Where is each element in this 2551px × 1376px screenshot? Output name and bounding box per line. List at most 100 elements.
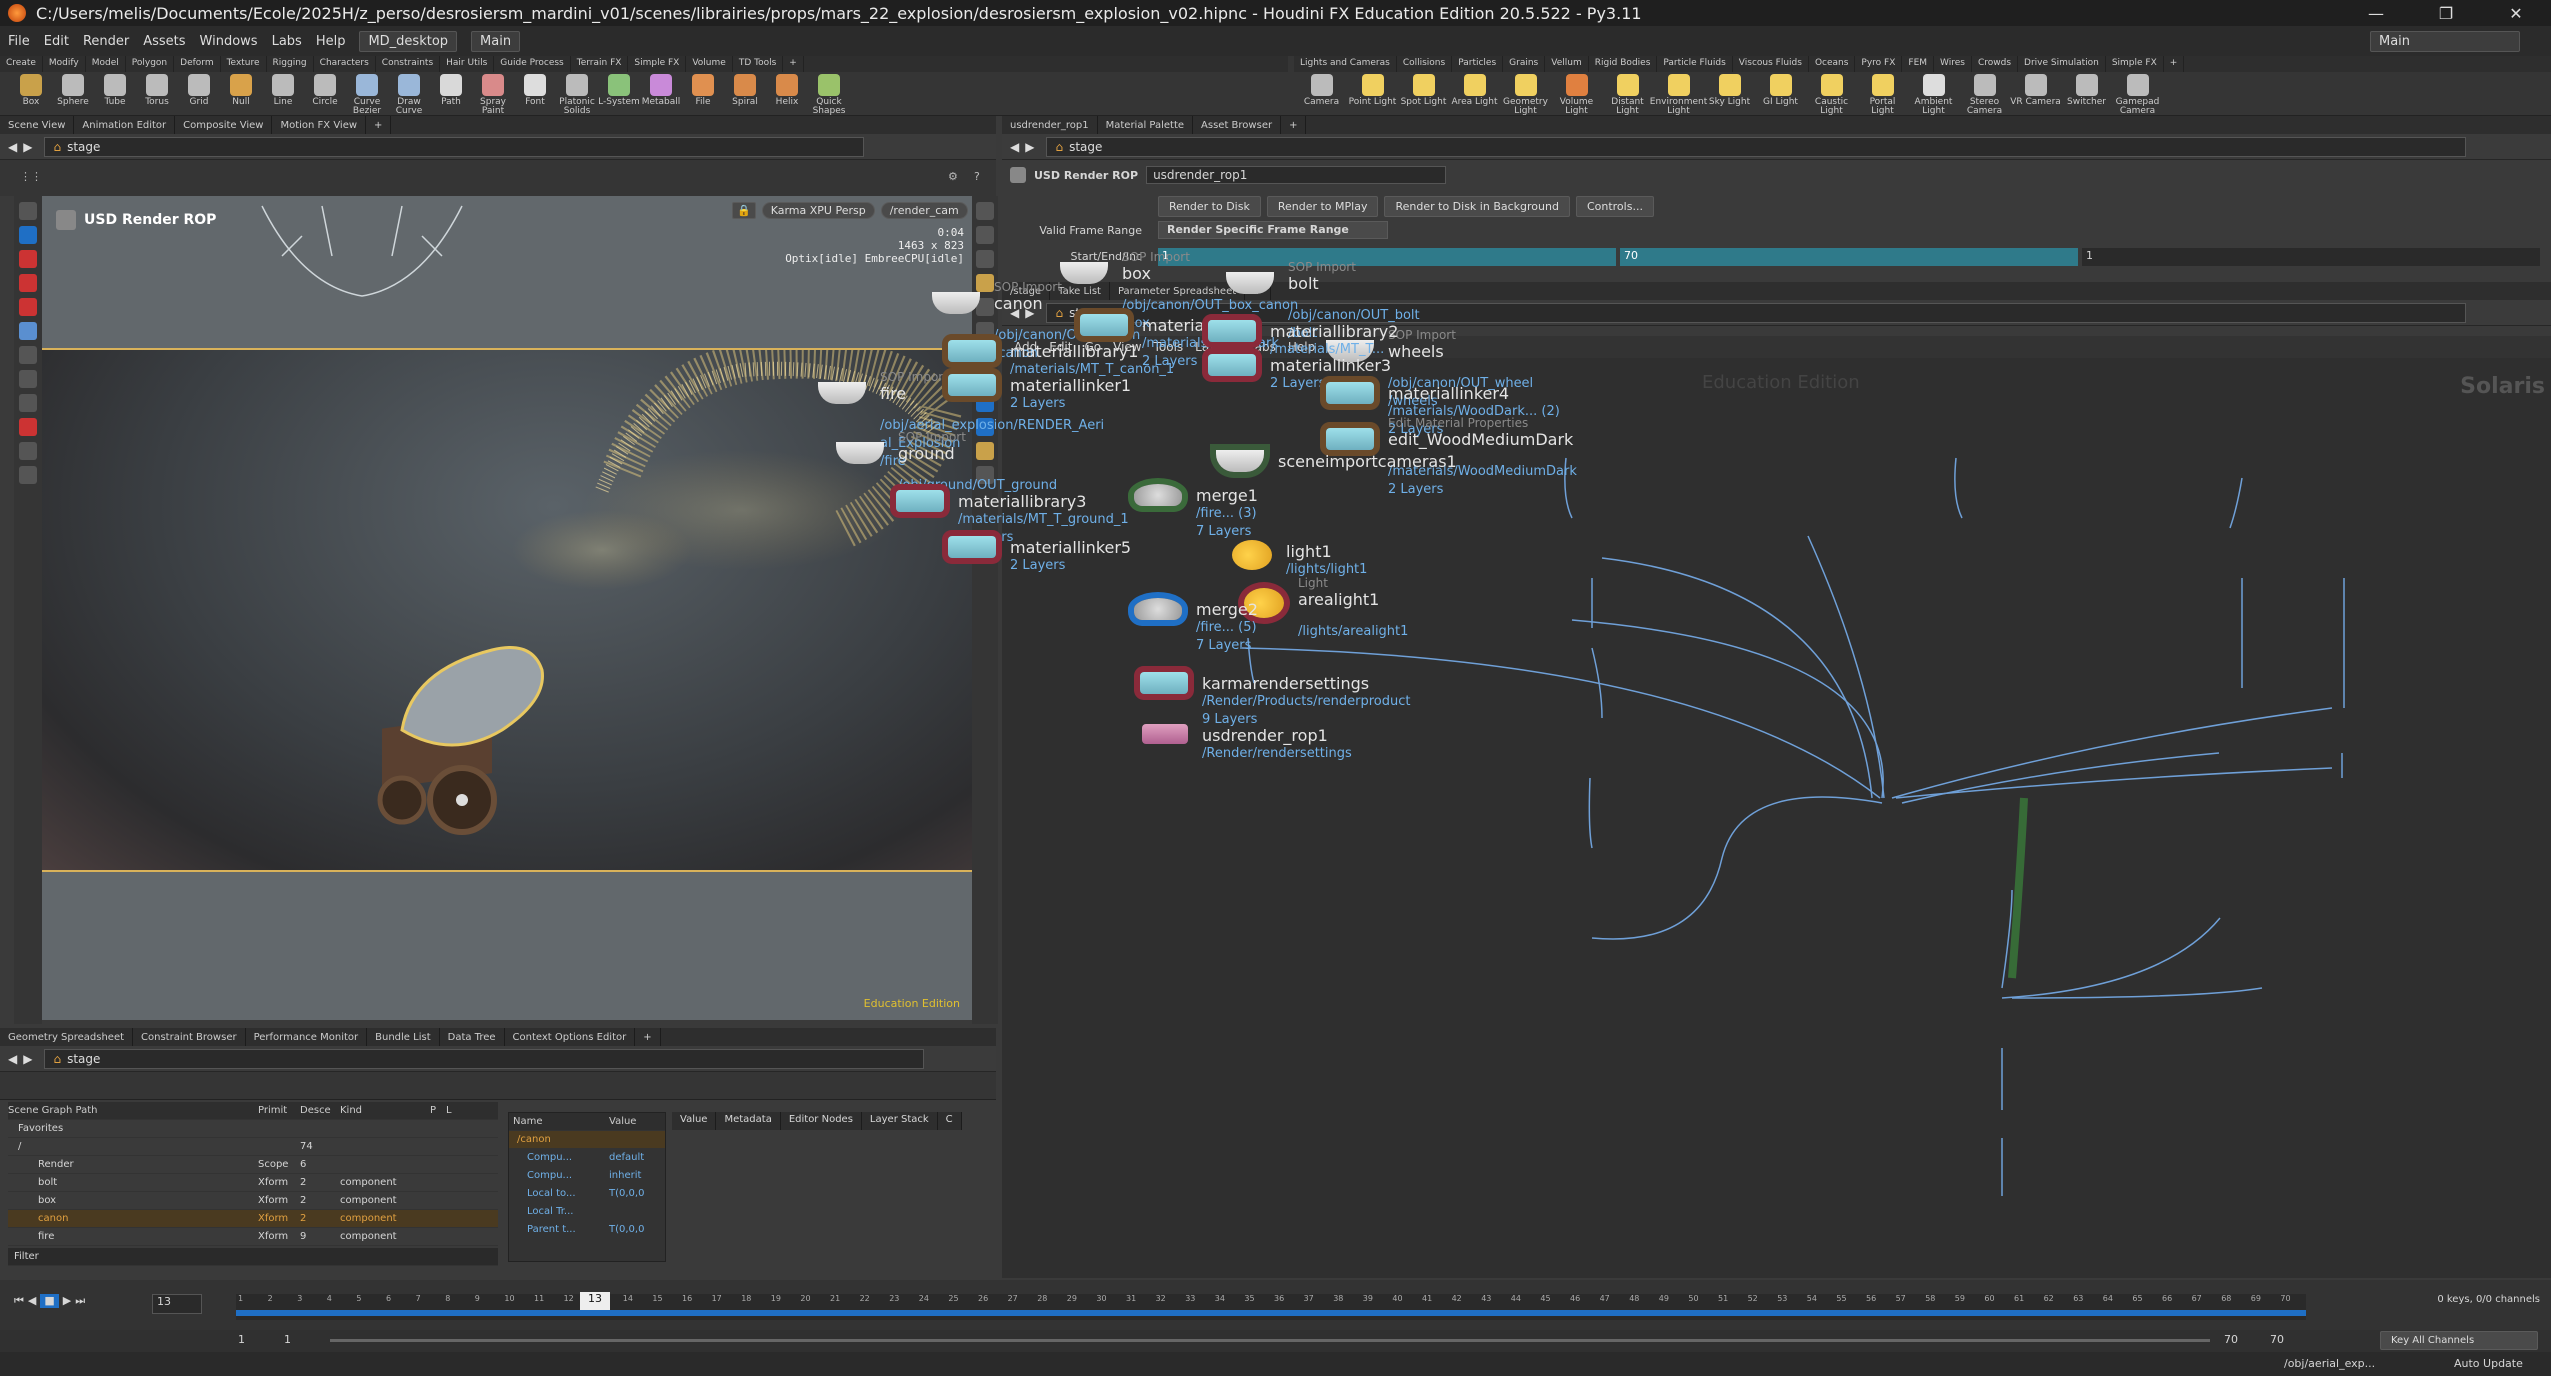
pane-tab[interactable]: Geometry Spreadsheet bbox=[0, 1028, 134, 1046]
shelf-tool[interactable]: Geometry Light bbox=[1500, 74, 1551, 116]
back-icon[interactable]: ◀ bbox=[8, 1052, 17, 1066]
handle-tool-icon[interactable] bbox=[19, 322, 37, 340]
menu-file[interactable]: File bbox=[8, 34, 30, 49]
shelf-tab[interactable]: + bbox=[2164, 56, 2185, 72]
scale-tool-icon[interactable] bbox=[19, 298, 37, 316]
shelf-tab[interactable]: TD Tools bbox=[733, 56, 784, 72]
shelf-tool[interactable]: Gamepad Camera bbox=[2112, 74, 2163, 116]
node-shape[interactable] bbox=[1208, 354, 1256, 376]
node-shape[interactable] bbox=[1080, 314, 1128, 336]
shelf-tab[interactable]: Simple FX bbox=[628, 56, 687, 72]
stop-icon[interactable]: ■ bbox=[40, 1294, 59, 1308]
shelf-tool[interactable]: Volume Light bbox=[1551, 74, 1602, 116]
shelf-tab[interactable]: Create bbox=[0, 56, 43, 72]
shelf-tab[interactable]: Lights and Cameras bbox=[1294, 56, 1397, 72]
pane-tab[interactable]: + bbox=[1281, 116, 1307, 134]
magnet-icon[interactable] bbox=[19, 418, 37, 436]
frame-field[interactable]: 13 bbox=[152, 1294, 202, 1314]
select-tool-icon[interactable] bbox=[19, 202, 37, 220]
valid-frame-select[interactable]: Render Specific Frame Range bbox=[1158, 221, 1388, 239]
shelf-tool[interactable]: File bbox=[682, 74, 724, 116]
shelf-tab[interactable]: Vellum bbox=[1545, 56, 1589, 72]
shelf-tool[interactable]: Grid bbox=[178, 74, 220, 116]
detail-tab[interactable]: Value bbox=[672, 1112, 717, 1130]
shelf-tool[interactable]: Switcher bbox=[2061, 74, 2112, 116]
detail-tab[interactable]: C bbox=[937, 1112, 962, 1130]
pane-tab[interactable]: Context Options Editor bbox=[505, 1028, 636, 1046]
pane-tab[interactable]: Constraint Browser bbox=[133, 1028, 246, 1046]
lock-camera-icon[interactable]: 🔒 bbox=[732, 202, 756, 219]
geo-path-field[interactable]: ⌂ stage bbox=[44, 1048, 925, 1069]
shelf-tool[interactable]: Null bbox=[220, 74, 262, 116]
shelf-tool[interactable]: Quick Shapes bbox=[808, 74, 850, 116]
menu-help[interactable]: Help bbox=[316, 34, 346, 49]
shelf-tab[interactable]: Hair Utils bbox=[440, 56, 495, 72]
shelf-tab[interactable]: Deform bbox=[174, 56, 221, 72]
tree-row[interactable]: Render Scope 6 bbox=[8, 1156, 498, 1174]
shelf-tab[interactable]: Texture bbox=[221, 56, 267, 72]
shelf-tool[interactable]: Tube bbox=[94, 74, 136, 116]
shelf-tool[interactable]: Line bbox=[262, 74, 304, 116]
inc-field[interactable]: 1 bbox=[2082, 248, 2540, 266]
shelf-tool[interactable]: Metaball bbox=[640, 74, 682, 116]
snapshot-icon[interactable] bbox=[976, 442, 994, 460]
wireframe-icon[interactable] bbox=[976, 226, 994, 244]
scene-path-field[interactable]: ⌂ stage bbox=[44, 136, 865, 157]
pane-tab[interactable]: Composite View bbox=[175, 116, 273, 134]
shelf-tab[interactable]: Modify bbox=[43, 56, 86, 72]
shelf-tool[interactable]: Portal Light bbox=[1857, 74, 1908, 116]
node-name-field[interactable]: usdrender_rop1 bbox=[1146, 166, 1447, 184]
back-icon[interactable]: ◀ bbox=[8, 140, 17, 154]
shelf-tab[interactable]: Wires bbox=[1934, 56, 1972, 72]
jump-end-icon[interactable]: ⏭ bbox=[75, 1294, 85, 1308]
node-shape[interactable] bbox=[948, 536, 996, 558]
display-options-icon[interactable] bbox=[976, 202, 994, 220]
shelf-tool[interactable]: Path bbox=[430, 74, 472, 116]
shelf-tool[interactable]: GI Light bbox=[1755, 74, 1806, 116]
auto-update-select[interactable]: Auto Update bbox=[2454, 1357, 2523, 1370]
shelf-tool[interactable]: Sphere bbox=[52, 74, 94, 116]
tree-row[interactable]: fire Xform 9 component bbox=[8, 1228, 498, 1246]
menu-labs[interactable]: Labs bbox=[272, 34, 302, 49]
shelf-tab[interactable]: Collisions bbox=[1397, 56, 1453, 72]
shelf-tool[interactable]: VR Camera bbox=[2010, 74, 2061, 116]
range-slider[interactable] bbox=[330, 1339, 2210, 1342]
node-shape[interactable] bbox=[1140, 672, 1188, 694]
snap-icon[interactable] bbox=[19, 442, 37, 460]
shelf-tab[interactable]: Crowds bbox=[1972, 56, 2019, 72]
filter-row[interactable]: Filter bbox=[8, 1248, 498, 1266]
shelf-tool[interactable]: Spray Paint bbox=[472, 74, 514, 116]
network-view[interactable]: Education Edition Solaris SOP Import box… bbox=[818, 250, 2551, 1278]
forward-icon[interactable]: ▶ bbox=[1025, 140, 1034, 154]
forward-icon[interactable]: ▶ bbox=[23, 140, 32, 154]
pane-tab[interactable]: Data Tree bbox=[440, 1028, 505, 1046]
rotate-tool-icon[interactable] bbox=[19, 274, 37, 292]
key-all-button[interactable]: Key All Channels bbox=[2380, 1331, 2538, 1350]
end-field-2[interactable]: 70 bbox=[2270, 1333, 2284, 1346]
shelf-tool[interactable]: Environment Light bbox=[1650, 74, 1707, 116]
shelf-tab[interactable]: Rigging bbox=[267, 56, 314, 72]
minimize-button[interactable]: — bbox=[2341, 0, 2411, 26]
help-icon[interactable]: ? bbox=[974, 170, 980, 183]
timeline-bar[interactable]: 1234567891011121314151617181920212223242… bbox=[236, 1292, 2306, 1320]
shelf-tab[interactable]: Volume bbox=[686, 56, 733, 72]
shelf-tool[interactable]: L-System bbox=[598, 74, 640, 116]
node-shape[interactable] bbox=[1326, 382, 1374, 404]
shelf-tool[interactable]: Point Light bbox=[1347, 74, 1398, 116]
start-field[interactable]: 1 bbox=[1158, 248, 1616, 266]
guides-icon[interactable] bbox=[976, 322, 994, 340]
prop-row[interactable]: Local to... T(0,0,0 bbox=[509, 1185, 665, 1203]
menu-render[interactable]: Render bbox=[83, 34, 129, 49]
desktop-select[interactable]: MD_desktop bbox=[359, 30, 458, 52]
grid-icon[interactable]: ⋮⋮ bbox=[20, 170, 42, 183]
detail-tab[interactable]: Metadata bbox=[716, 1112, 781, 1130]
tree-row[interactable]: Favorites bbox=[8, 1120, 498, 1138]
pane-tab[interactable]: + bbox=[366, 116, 392, 134]
tree-row[interactable]: box Xform 2 component bbox=[8, 1192, 498, 1210]
transform-tool-icon[interactable] bbox=[19, 250, 37, 268]
node-shape[interactable] bbox=[948, 340, 996, 362]
camera-select[interactable]: /render_cam bbox=[880, 202, 968, 219]
shelf-tool[interactable]: Distant Light bbox=[1602, 74, 1653, 116]
current-frame-marker[interactable]: 13 bbox=[580, 1292, 610, 1310]
shelf-tab[interactable]: Simple FX bbox=[2106, 56, 2164, 72]
